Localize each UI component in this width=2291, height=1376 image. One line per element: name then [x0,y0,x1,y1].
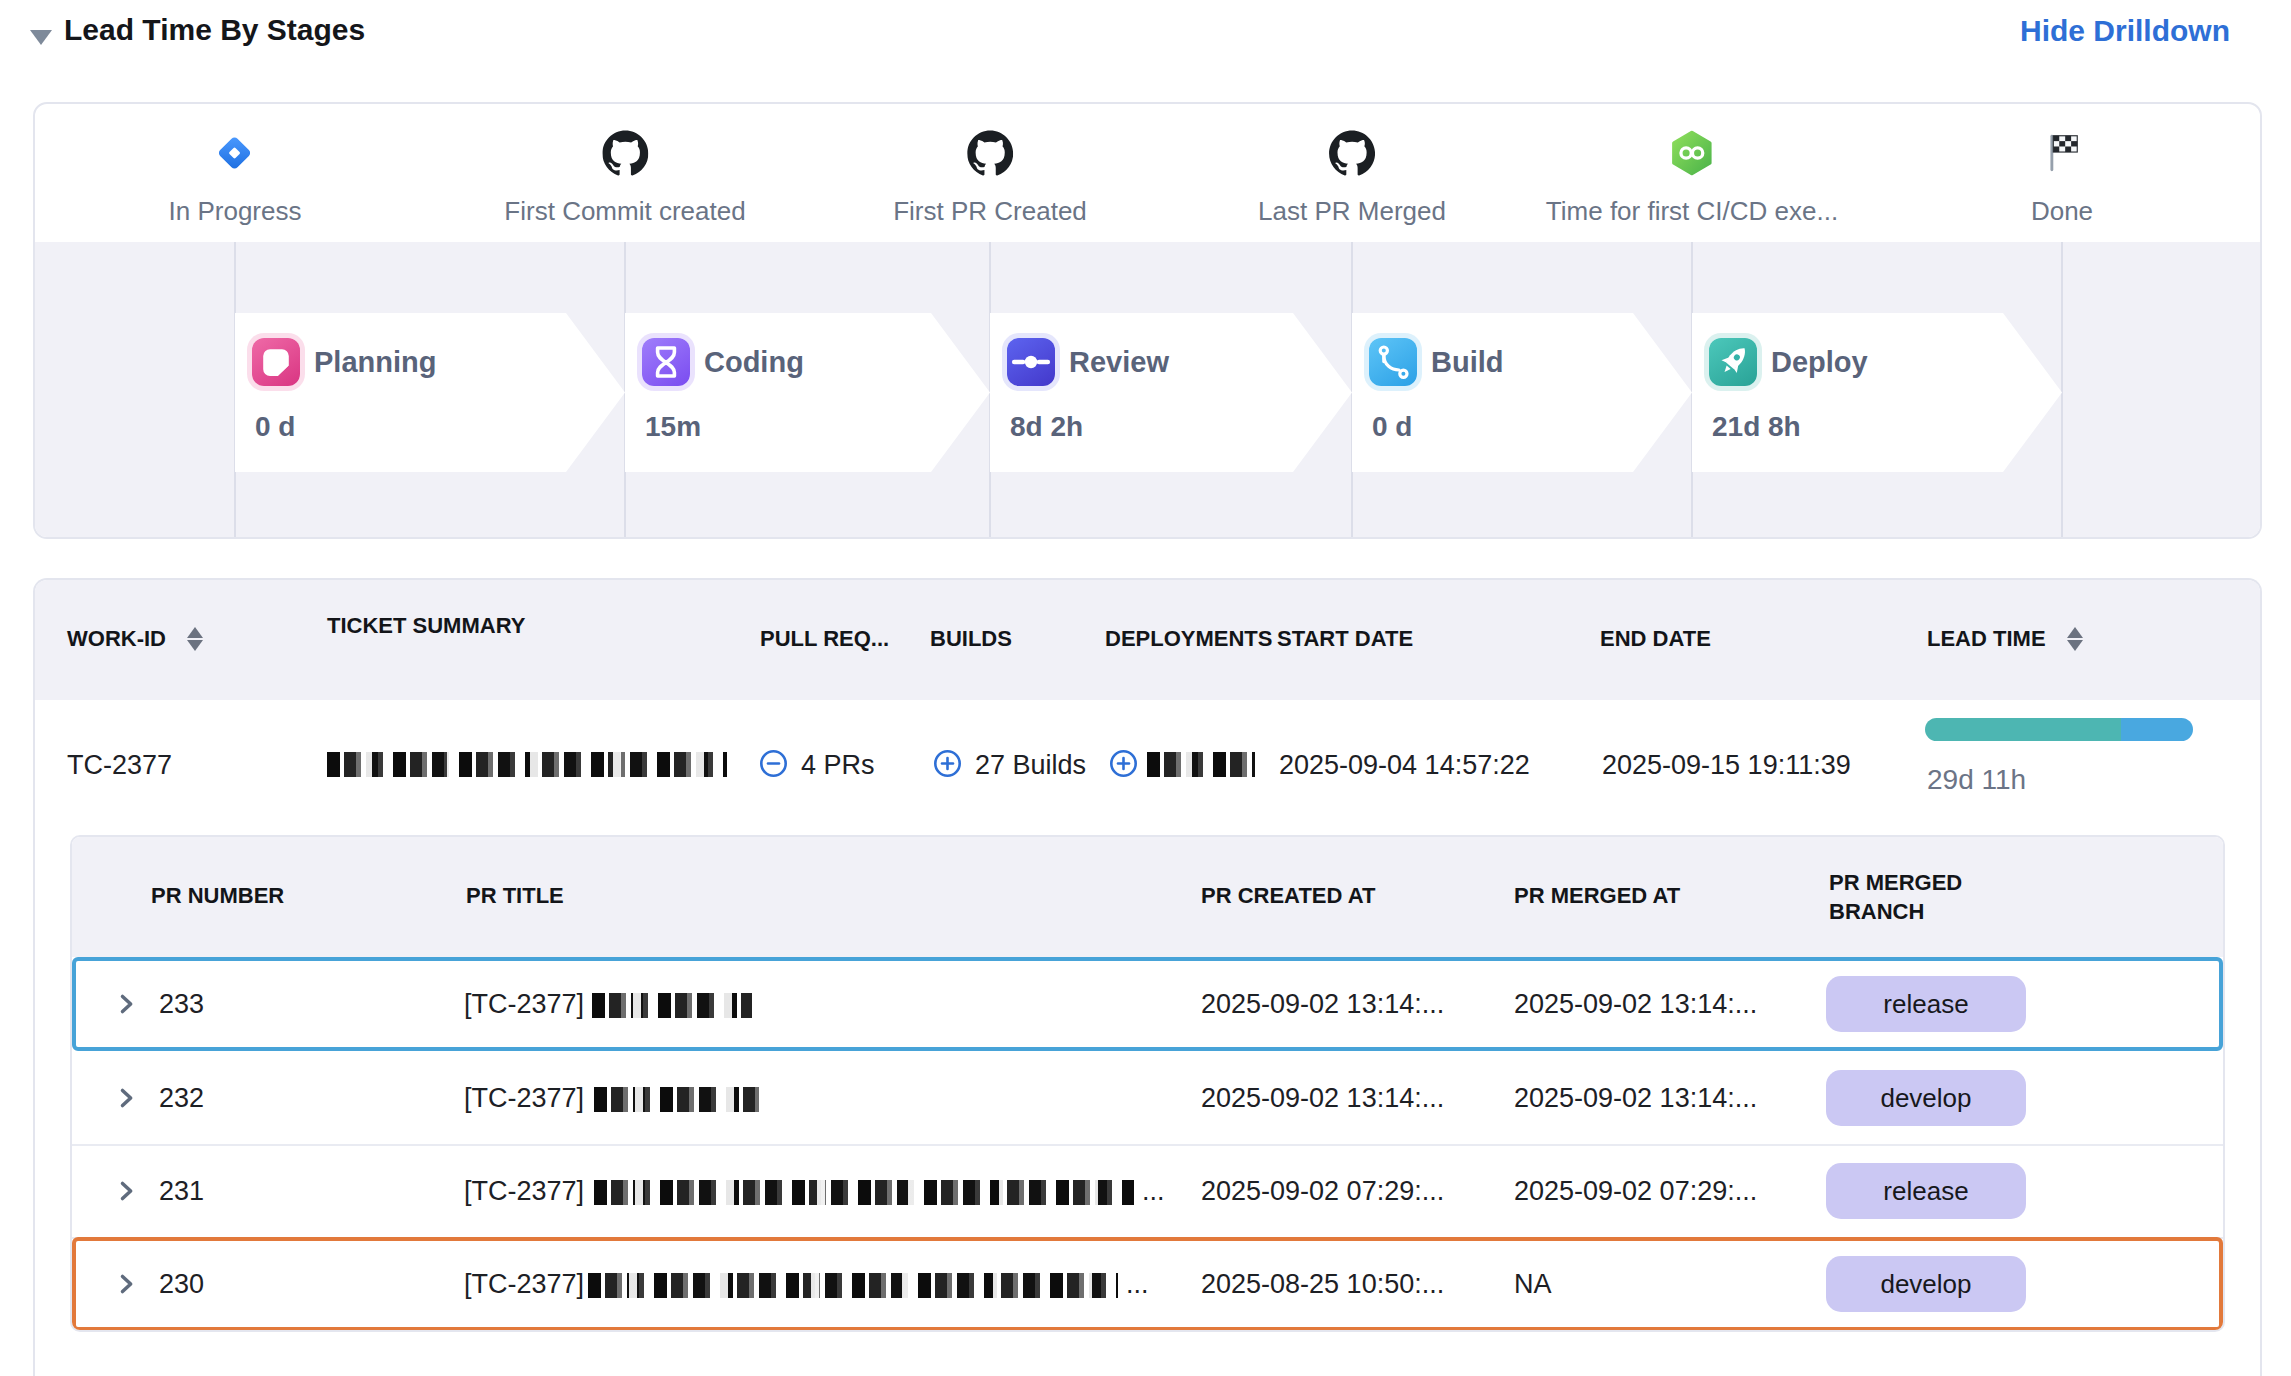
pr-number: 231 [159,1176,204,1207]
github-icon [602,130,648,176]
pr-row-232[interactable]: 232 [TC-2377] 2025-09-02 13:14:... 2025-… [72,1051,2223,1146]
expand-row-icon[interactable] [112,1084,140,1112]
expand-builds-icon[interactable] [932,748,963,779]
stage-chip-deploy: Deploy 21d 8h [1692,313,2062,472]
column-pr-number: PR NUMBER [151,883,284,909]
start-date-value: 2025-09-04 14:57:22 [1279,750,1530,781]
coding-icon [642,338,690,386]
github-icon [967,130,1013,176]
column-pull-requests: PULL REQ... [760,626,889,652]
hide-drilldown-link[interactable]: Hide Drilldown [2020,14,2230,48]
collapse-caret-icon[interactable] [30,30,52,45]
work-table-header: WORK-ID TICKET SUMMARY PULL REQ... BUILD… [35,580,2260,700]
column-ticket-summary: TICKET SUMMARY [327,611,527,640]
sort-lead-time-button[interactable] [2067,626,2083,652]
column-start-date: START DATE [1277,626,1413,652]
branch-badge: develop [1826,1070,2026,1126]
lead-time-value: 29d 11h [1927,764,2026,796]
milestone-in-progress: In Progress [169,104,302,227]
milestone-last-pr-merged: Last PR Merged [1258,104,1446,227]
page-title: Lead Time By Stages [64,13,365,47]
jira-status-icon [212,130,258,176]
column-pr-created-at: PR CREATED AT [1201,883,1375,909]
build-icon [1369,338,1417,386]
pr-row-230[interactable]: 230 [TC-2377]... 2025-08-25 10:50:... NA… [72,1237,2223,1331]
branch-badge: release [1826,1163,2026,1219]
column-pr-merged-at: PR MERGED AT [1514,883,1680,909]
branch-badge: develop [1826,1256,2026,1312]
column-deployments: DEPLOYMENTS [1105,626,1272,652]
stage-chip-review: Review 8d 2h [990,313,1352,472]
milestone-first-pr: First PR Created [893,104,1087,227]
column-lead-time: LEAD TIME [1927,626,2046,652]
pr-title: [TC-2377] [464,1083,759,1114]
work-id-value: TC-2377 [67,750,172,781]
pr-created-at: 2025-09-02 13:14:... [1201,1083,1444,1114]
column-builds: BUILDS [930,626,1012,652]
stage-chip-planning: Planning 0 d [235,313,625,472]
expand-row-icon[interactable] [112,1270,140,1298]
work-items-table: WORK-ID TICKET SUMMARY PULL REQ... BUILD… [33,578,2262,1376]
stage-separator [2061,242,2063,537]
lead-time-by-stages-page: Lead Time By Stages Hide Drilldown In Pr… [0,0,2291,1376]
column-work-id: WORK-ID [67,626,166,652]
milestone-first-commit: First Commit created [504,104,745,227]
pr-number: 233 [159,989,204,1020]
builds-value: 27 Builds [975,750,1086,781]
pr-number: 230 [159,1269,204,1300]
pull-requests-value: 4 PRs [801,750,875,781]
expand-row-icon[interactable] [112,1177,140,1205]
column-pr-merged-branch: PR MERGED BRANCH [1829,868,2059,926]
pr-number: 232 [159,1083,204,1114]
expand-deployments-icon[interactable] [1108,748,1139,779]
deployments-redacted [1147,752,1255,777]
deploy-icon [1709,338,1757,386]
ticket-summary-redacted [327,752,727,777]
pr-merged-at: 2025-09-02 13:14:... [1514,989,1757,1020]
pr-title: [TC-2377]... [464,1269,1149,1300]
branch-badge: release [1826,976,2026,1032]
pr-title: [TC-2377] [464,989,752,1020]
milestone-cicd: Time for first CI/CD exe... [1546,104,1838,227]
column-end-date: END DATE [1600,626,1711,652]
checkered-flag-icon [2039,130,2085,176]
github-icon [1329,130,1375,176]
sort-work-id-button[interactable] [187,626,203,652]
stages-panel: In Progress First Commit created First P… [33,102,2262,539]
planning-icon [252,338,300,386]
pr-created-at: 2025-08-25 10:50:... [1201,1269,1444,1300]
column-pr-title: PR TITLE [466,883,564,909]
pr-created-at: 2025-09-02 07:29:... [1201,1176,1444,1207]
cicd-icon [1669,130,1715,176]
pr-row-233[interactable]: 233 [TC-2377] 2025-09-02 13:14:... 2025-… [72,957,2223,1051]
stage-chip-coding: Coding 15m [625,313,990,472]
pr-row-231[interactable]: 231 [TC-2377]... 2025-09-02 07:29:... 20… [72,1144,2223,1239]
pr-merged-at: 2025-09-02 13:14:... [1514,1083,1757,1114]
pr-table-header: PR NUMBER PR TITLE PR CREATED AT PR MERG… [72,837,2223,957]
collapse-prs-icon[interactable] [758,748,789,779]
stage-band: Planning 0 d Coding 15m Review 8d 2h [35,242,2260,537]
stage-chip-build: Build 0 d [1352,313,1692,472]
pr-table: PR NUMBER PR TITLE PR CREATED AT PR MERG… [70,835,2225,1332]
lead-time-bar [1925,718,2193,741]
end-date-value: 2025-09-15 19:11:39 [1602,750,1851,781]
milestone-done: Done [2031,104,2093,227]
pr-merged-at: NA [1514,1269,1552,1300]
pr-merged-at: 2025-09-02 07:29:... [1514,1176,1757,1207]
pr-title: [TC-2377]... [464,1176,1165,1207]
expand-row-icon[interactable] [112,990,140,1018]
pr-created-at: 2025-09-02 13:14:... [1201,989,1444,1020]
review-icon [1007,338,1055,386]
